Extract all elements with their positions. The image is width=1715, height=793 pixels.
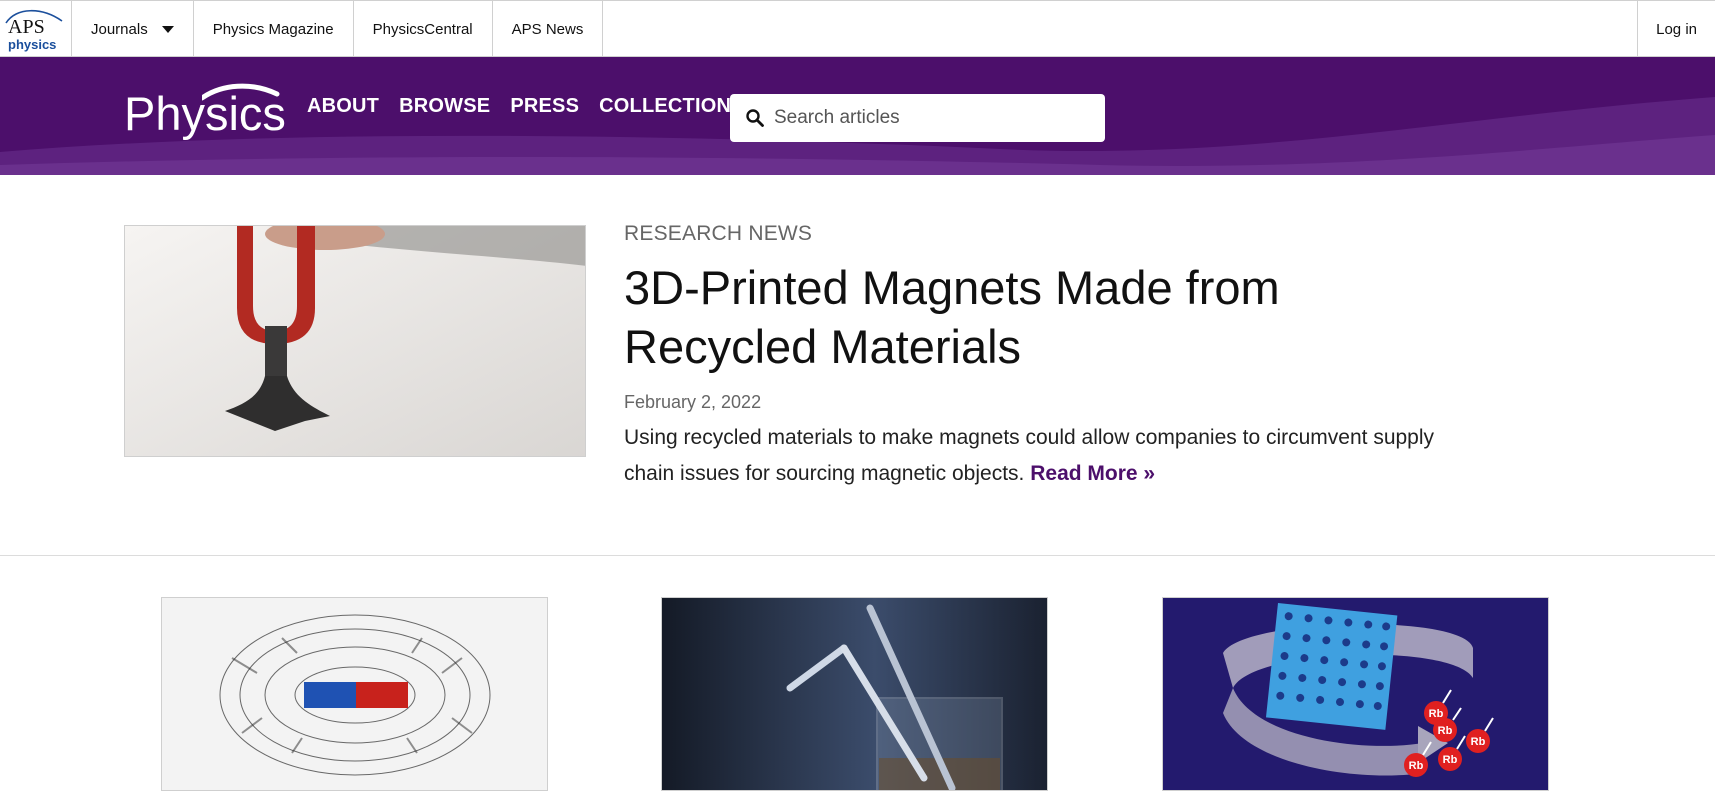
rb-atom-label: Rb [1429, 708, 1444, 720]
top-utility-bar: APS physics Journals Physics Magazine Ph… [0, 0, 1715, 57]
svg-text:physics: physics [8, 37, 56, 52]
login-link[interactable]: Log in [1637, 1, 1715, 57]
main-nav: ABOUT BROWSE PRESS COLLECTIONS [307, 95, 745, 118]
journals-label: Journals [91, 20, 148, 38]
card-image-straws[interactable] [661, 597, 1048, 791]
svg-text:APS: APS [8, 16, 45, 38]
login-label: Log in [1656, 20, 1697, 38]
card-image-rubidium[interactable]: Rb Rb Rb Rb Rb [1162, 597, 1549, 791]
physicscentral-link[interactable]: PhysicsCentral [354, 1, 493, 57]
physics-magazine-label: Physics Magazine [212, 20, 334, 38]
bar-magnet-iron-filings-icon [162, 598, 547, 790]
aps-logo-subtext: physics [8, 37, 56, 52]
article-date: February 2, 2022 [624, 392, 762, 412]
top-nav: Journals Physics Magazine PhysicsCentral… [72, 1, 604, 57]
feature-image[interactable] [124, 225, 586, 457]
aps-logo-icon: APS physics [5, 10, 63, 52]
site-header: Physics ABOUT BROWSE PRESS COLLECTIONS [0, 57, 1715, 175]
physics-logo[interactable]: Physics [124, 82, 286, 142]
article-title[interactable]: 3D-Printed Magnets Made from Recycled Ma… [624, 258, 1384, 376]
read-more-link[interactable]: Read More » [1030, 462, 1155, 485]
journals-menu[interactable]: Journals [72, 1, 194, 57]
search-icon [746, 109, 764, 127]
rb-atom-label: Rb [1443, 754, 1458, 766]
aps-news-label: APS News [511, 20, 584, 38]
nav-press[interactable]: PRESS [510, 95, 579, 118]
card-image-iron-filings[interactable] [161, 597, 548, 791]
rb-atom-label: Rb [1438, 725, 1453, 737]
physics-logo-text: Physics [124, 87, 286, 140]
aps-logo-text: APS [8, 16, 45, 38]
magnet-photo-icon [125, 226, 585, 456]
aps-news-link[interactable]: APS News [493, 1, 604, 57]
aps-physics-logo[interactable]: APS physics [0, 1, 72, 57]
rb-atom-label: Rb [1409, 760, 1424, 772]
section-divider [0, 555, 1715, 556]
article-summary: Using recycled materials to make magnets… [624, 420, 1454, 492]
straws-in-glass-icon [662, 598, 1047, 790]
rb-atom-label: Rb [1471, 736, 1486, 748]
physicscentral-label: PhysicsCentral [372, 20, 473, 38]
rubidium-lattice-icon: Rb Rb Rb Rb Rb [1163, 598, 1548, 790]
search-box[interactable] [730, 94, 1105, 142]
physics-magazine-link[interactable]: Physics Magazine [194, 1, 354, 57]
nav-about[interactable]: ABOUT [307, 95, 379, 118]
nav-browse[interactable]: BROWSE [399, 95, 490, 118]
nav-collections[interactable]: COLLECTIONS [599, 95, 745, 118]
search-input[interactable] [774, 107, 1094, 129]
article-kicker: RESEARCH NEWS [624, 222, 813, 245]
caret-down-icon [161, 25, 174, 33]
